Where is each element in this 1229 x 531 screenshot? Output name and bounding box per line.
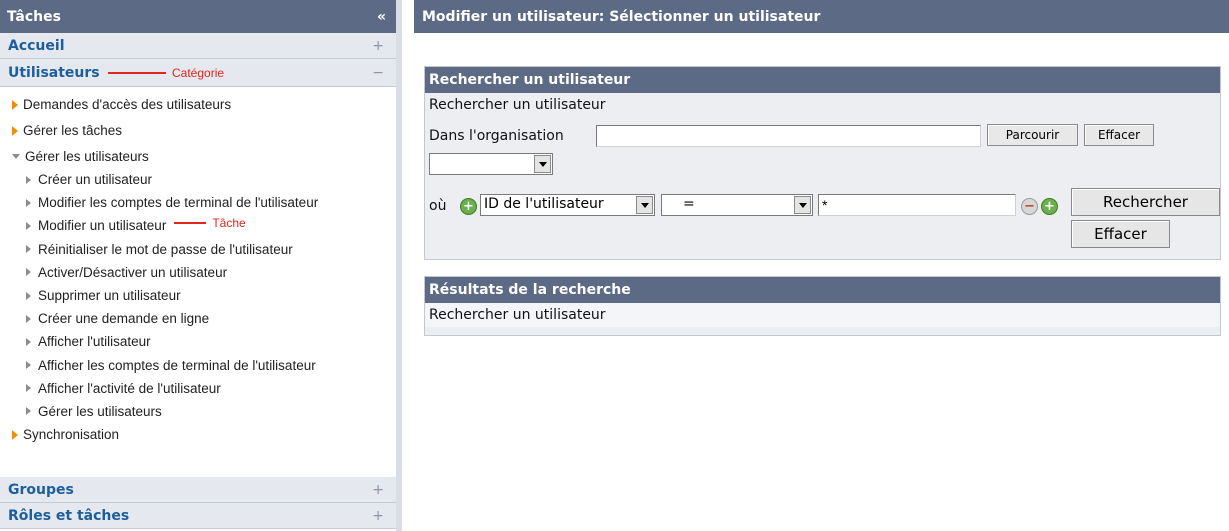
search-panel: Rechercher un utilisateur Rechercher un …	[424, 66, 1221, 260]
triangle-down-icon	[12, 154, 20, 159]
where-label: où	[429, 198, 447, 214]
subtask-label: Supprimer un utilisateur	[38, 288, 181, 304]
category-utilisateurs[interactable]: Utilisateurs Catégorie −	[0, 59, 396, 87]
attribute-select-value: ID de l'utilisateur	[484, 196, 604, 212]
subtask-label: Activer/Désactiver un utilisateur	[38, 264, 228, 280]
clear-button[interactable]: Effacer	[1071, 220, 1170, 248]
search-panel-subtitle: Rechercher un utilisateur	[429, 97, 606, 113]
subtask-item[interactable]: Réinitialiser le mot de passe de l'utili…	[0, 238, 396, 261]
collapse-icon[interactable]: −	[372, 65, 384, 81]
triangle-right-icon	[12, 125, 18, 136]
category-accueil[interactable]: Accueil +	[0, 33, 396, 59]
subtask-item[interactable]: Modifier les comptes de terminal de l'ut…	[0, 191, 396, 214]
expand-icon[interactable]: +	[372, 38, 384, 54]
subtask-label: Modifier un utilisateur	[38, 218, 167, 234]
task-item[interactable]: Demandes d'accès des utilisateurs	[0, 93, 396, 116]
task-item[interactable]: Gérer les tâches	[0, 119, 396, 142]
category-roles[interactable]: Rôles et tâches +	[0, 503, 396, 529]
clear-organization-button[interactable]: Effacer	[1084, 124, 1154, 146]
browse-button[interactable]: Parcourir	[987, 124, 1078, 146]
organization-field[interactable]	[596, 125, 981, 147]
attribute-select[interactable]: ID de l'utilisateur	[480, 194, 655, 216]
operator-select-value: =	[683, 196, 695, 212]
search-value-input[interactable]	[818, 194, 1016, 216]
triangle-right-icon	[26, 291, 31, 300]
results-panel-title: Résultats de la recherche	[429, 282, 631, 298]
chevron-down-icon[interactable]	[636, 196, 653, 214]
subtask-item[interactable]: Modifier un utilisateur Tâche	[0, 214, 396, 237]
add-condition-icon[interactable]: +	[1041, 198, 1058, 215]
triangle-right-icon	[26, 407, 31, 416]
search-button[interactable]: Rechercher	[1071, 188, 1220, 216]
results-text: Rechercher un utilisateur	[425, 303, 1220, 327]
results-panel: Résultats de la recherche Rechercher un …	[424, 276, 1221, 336]
triangle-right-icon	[26, 198, 31, 207]
annotation-text: Catégorie	[172, 66, 225, 80]
triangle-right-icon	[26, 268, 31, 277]
triangle-right-icon	[26, 245, 31, 254]
triangle-right-icon	[26, 314, 31, 323]
triangle-right-icon	[12, 429, 18, 440]
annotation-text: Tâche	[212, 215, 246, 230]
subtask-label: Réinitialiser le mot de passe de l'utili…	[38, 241, 293, 257]
subtask-label: Afficher l'activité de l'utilisateur	[38, 380, 221, 396]
task-label: Gérer les tâches	[23, 123, 123, 138]
category-label: Utilisateurs	[8, 64, 100, 81]
operator-select[interactable]: =	[661, 194, 813, 216]
subtask-item[interactable]: Gérer les utilisateurs	[0, 400, 396, 423]
page-title-text: Modifier un utilisateur: Sélectionner un…	[422, 8, 821, 25]
remove-condition-icon[interactable]: −	[1021, 198, 1038, 215]
main-content: Modifier un utilisateur: Sélectionner un…	[408, 0, 1229, 531]
annotation-line	[108, 72, 166, 74]
subtask-item[interactable]: Supprimer un utilisateur	[0, 284, 396, 307]
task-item[interactable]: Synchronisation	[0, 423, 396, 446]
task-annotation: Tâche	[174, 215, 246, 230]
tasks-sidebar: Tâches « Accueil + Utilisateurs Catégori…	[0, 0, 402, 531]
category-groupes[interactable]: Groupes +	[0, 477, 396, 503]
expand-icon[interactable]: +	[372, 482, 384, 498]
expand-icon[interactable]: +	[372, 508, 384, 524]
results-panel-header: Résultats de la recherche	[425, 277, 1220, 303]
add-condition-icon[interactable]: +	[460, 198, 477, 215]
triangle-right-icon	[26, 175, 31, 184]
triangle-right-icon	[26, 221, 31, 230]
subtask-label: Modifier les comptes de terminal de l'ut…	[38, 195, 319, 211]
sidebar-header: Tâches «	[0, 0, 396, 33]
subtask-label: Afficher les comptes de terminal de l'ut…	[38, 357, 316, 373]
subtask-item[interactable]: Créer une demande en ligne	[0, 307, 396, 330]
category-label: Accueil	[8, 37, 65, 54]
page-title: Modifier un utilisateur: Sélectionner un…	[414, 0, 1229, 33]
search-panel-title: Rechercher un utilisateur	[429, 72, 631, 88]
organization-label: Dans l'organisation	[429, 128, 564, 144]
subtask-item[interactable]: Afficher les comptes de terminal de l'ut…	[0, 354, 396, 377]
task-label: Demandes d'accès des utilisateurs	[23, 97, 232, 112]
category-annotation: Catégorie	[108, 66, 224, 80]
triangle-right-icon	[26, 361, 31, 370]
collapse-sidebar-icon[interactable]: «	[377, 9, 386, 25]
category-label: Groupes	[8, 481, 74, 498]
subtask-item[interactable]: Créer un utilisateur	[0, 168, 396, 191]
subtask-label: Afficher l'utilisateur	[38, 334, 151, 350]
search-panel-header: Rechercher un utilisateur	[425, 67, 1220, 93]
organization-scope-select[interactable]	[429, 153, 553, 175]
subtask-label: Créer une demande en ligne	[38, 311, 210, 327]
subtask-item[interactable]: Afficher l'activité de l'utilisateur	[0, 377, 396, 400]
task-label: Gérer les utilisateurs	[25, 149, 149, 164]
subtask-label: Créer un utilisateur	[38, 172, 153, 188]
triangle-right-icon	[26, 337, 31, 346]
chevron-down-icon[interactable]	[534, 155, 551, 173]
category-label: Rôles et tâches	[8, 507, 130, 524]
subtask-item[interactable]: Afficher l'utilisateur	[0, 330, 396, 353]
subtask-item[interactable]: Activer/Désactiver un utilisateur	[0, 261, 396, 284]
sidebar-title: Tâches	[7, 8, 61, 25]
annotation-line	[174, 221, 207, 224]
task-label: Synchronisation	[23, 427, 120, 443]
chevron-down-icon[interactable]	[794, 196, 811, 214]
task-list: Demandes d'accès des utilisateurs Gérer …	[0, 87, 396, 446]
triangle-right-icon	[12, 99, 18, 110]
task-item-expanded[interactable]: Gérer les utilisateurs	[0, 145, 396, 168]
triangle-right-icon	[26, 384, 31, 393]
subtask-label: Gérer les utilisateurs	[38, 403, 162, 419]
